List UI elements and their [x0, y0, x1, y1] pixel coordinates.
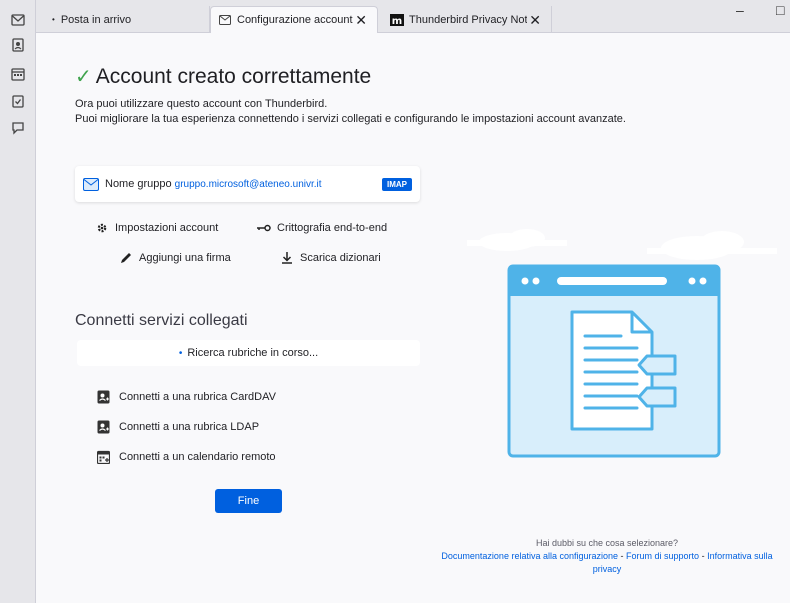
tag-shape: [637, 386, 677, 408]
cloud-shape: [647, 231, 777, 260]
calendar-add-icon: [96, 450, 111, 465]
account-settings-label: Impostazioni account: [115, 222, 219, 234]
addressbook-add-icon: [97, 420, 111, 434]
addressbook-icon[interactable]: [0, 33, 36, 57]
connect-calendar-link[interactable]: Connetti a un calendario remoto: [96, 450, 276, 465]
minimize-button[interactable]: –: [736, 2, 744, 18]
document-shape: [570, 310, 654, 431]
mail-icon[interactable]: [0, 8, 36, 32]
connect-ldap-link[interactable]: Connetti a una rubrica LDAP: [97, 420, 259, 434]
connect-carddav-link[interactable]: Connetti a una rubrica CardDAV: [97, 390, 276, 404]
connect-calendar-label: Connetti a un calendario remoto: [119, 451, 276, 463]
close-icon[interactable]: ✕: [353, 13, 369, 27]
finish-button[interactable]: Fine: [215, 489, 282, 513]
linked-services-title: Connetti servizi collegati: [75, 312, 248, 329]
connect-carddav-label: Connetti a una rubrica CardDAV: [119, 391, 276, 403]
account-settings-link[interactable]: Impostazioni account: [95, 221, 218, 235]
tag-shape: [637, 354, 677, 376]
dot-icon: •: [52, 15, 55, 24]
gear-icon: [95, 221, 109, 235]
tab-inbox[interactable]: • Posta in arrivo: [44, 6, 210, 33]
close-icon[interactable]: ✕: [527, 13, 543, 27]
document-illustration: [467, 229, 777, 458]
account-card: Nome gruppo gruppo.microsoft@ateneo.univ…: [75, 166, 420, 202]
calendar-icon[interactable]: [0, 62, 36, 86]
key-icon: [257, 221, 271, 235]
account-email: gruppo.microsoft@ateneo.univr.it: [174, 178, 322, 190]
download-icon: [280, 251, 294, 265]
account-setup-page: ✓ Account creato correttamente Ora puoi …: [37, 34, 790, 603]
tab-inbox-label: Posta in arrivo: [60, 13, 132, 26]
chat-icon[interactable]: [0, 116, 36, 140]
mozilla-m-icon: m: [390, 13, 404, 26]
add-signature-link[interactable]: Aggiungi una firma: [119, 251, 231, 265]
help-footer: Hai dubbi su che cosa selezionare? Docum…: [427, 537, 787, 576]
success-heading: ✓ Account creato correttamente: [75, 64, 371, 89]
help-separator: -: [618, 551, 627, 561]
imap-badge: IMAP: [382, 177, 412, 191]
help-question: Hai dubbi su che cosa selezionare?: [535, 538, 679, 548]
account-name: Nome gruppo: [105, 178, 172, 190]
success-line-1: Ora puoi utilizzare questo account con T…: [75, 98, 328, 110]
loading-dot-icon: •: [178, 347, 183, 359]
tab-privacy-notice-label: Thunderbird Privacy Notice: [409, 13, 528, 26]
e2e-encryption-label: Crittografia end-to-end: [277, 222, 388, 234]
cloud-shape: [467, 229, 567, 251]
tab-bar: • Posta in arrivo Configurazione account…: [36, 0, 790, 33]
address-book-search-label: Ricerca rubriche in corso...: [187, 347, 319, 359]
e2e-encryption-link[interactable]: Crittografia end-to-end: [257, 221, 387, 235]
pencil-icon: [119, 251, 133, 265]
addressbook-add-icon: [97, 390, 111, 404]
account-mail-icon: [83, 177, 99, 191]
add-signature-label: Aggiungi una firma: [139, 252, 231, 264]
tab-privacy-notice[interactable]: m Thunderbird Privacy Notice ✕: [382, 6, 552, 33]
download-dictionaries-label: Scarica dizionari: [300, 252, 381, 264]
mail-settings-icon: [219, 15, 231, 25]
spaces-toolbar: [0, 0, 36, 603]
maximize-button[interactable]: □: [776, 2, 784, 18]
doc-link[interactable]: Documentazione relativa alla configurazi…: [441, 551, 618, 561]
connect-ldap-label: Connetti a una rubrica LDAP: [119, 421, 260, 433]
download-dictionaries-link[interactable]: Scarica dizionari: [280, 251, 381, 265]
tasks-icon[interactable]: [0, 89, 36, 113]
help-separator: -: [699, 551, 708, 561]
forum-link[interactable]: Forum di supporto: [626, 551, 699, 561]
checkmark-icon: ✓: [75, 66, 92, 88]
svg-text:m: m: [392, 16, 402, 26]
address-book-search-status: • Ricerca rubriche in corso...: [77, 340, 420, 366]
success-title: Account creato correttamente: [95, 64, 372, 88]
success-line-2: Puoi migliorare la tua esperienza connet…: [75, 113, 626, 125]
tab-account-setup-label: Configurazione account: [237, 14, 353, 26]
tab-account-setup[interactable]: Configurazione account ✕: [210, 6, 378, 33]
